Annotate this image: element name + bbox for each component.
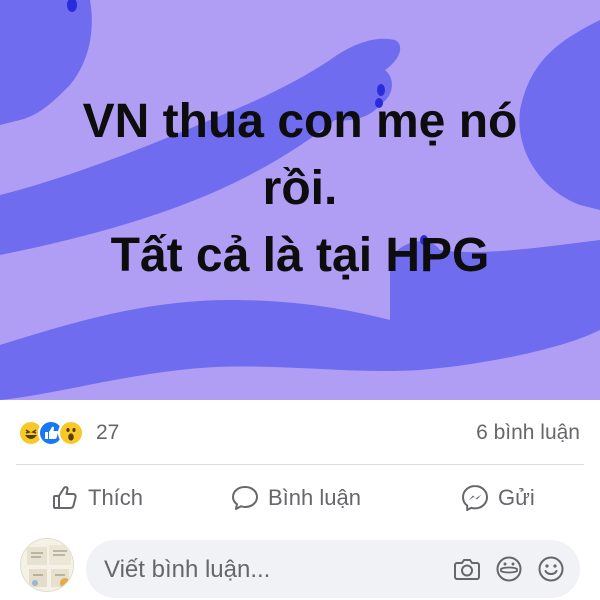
camera-icon[interactable] [452, 554, 482, 589]
send-label: Gửi [498, 485, 535, 510]
post-text-line-2: rồi. [262, 162, 338, 215]
messenger-icon [462, 485, 488, 511]
like-button[interactable]: Thích [50, 480, 143, 516]
post-text: VN thua con mẹ nó rồi. Tất cả là tại HPG [20, 88, 580, 289]
comment-placeholder[interactable]: Viết bình luận... [104, 556, 270, 584]
avatar[interactable] [20, 538, 74, 592]
like-label: Thích [88, 485, 144, 510]
emoji-icon[interactable] [536, 554, 566, 589]
post-text-line-3: Tất cả là tại HPG [110, 229, 490, 282]
reaction-count[interactable]: 27 [96, 421, 119, 445]
post-text-line-1: VN thua con mẹ nó [82, 95, 518, 148]
reaction-icons[interactable] [18, 420, 84, 446]
post-background: VN thua con mẹ nó rồi. Tất cả là tại HPG [0, 0, 600, 400]
comment-label: Bình luận [268, 485, 361, 510]
comment-button[interactable]: Bình luận [230, 480, 361, 516]
divider [16, 464, 584, 465]
comment-count[interactable]: 6 bình luận [476, 421, 580, 445]
thumbs-up-icon [53, 486, 77, 509]
gif-icon[interactable] [494, 554, 524, 589]
comment-bubble-icon [232, 486, 258, 510]
send-button[interactable]: Gửi [460, 480, 535, 516]
avatar-image [21, 539, 73, 591]
wow-icon [58, 420, 84, 446]
